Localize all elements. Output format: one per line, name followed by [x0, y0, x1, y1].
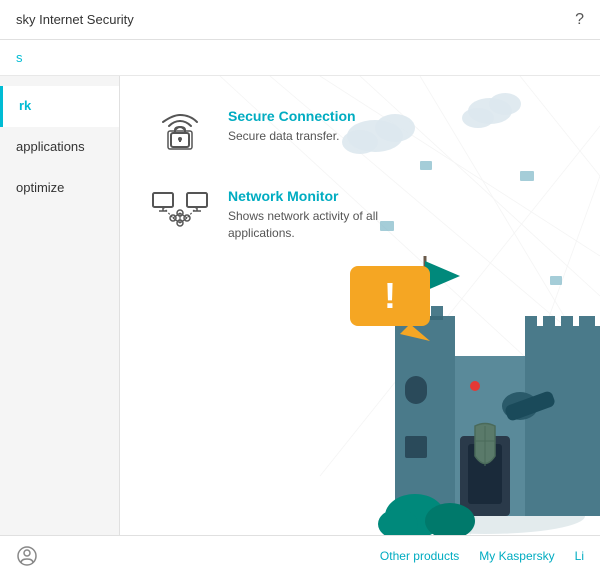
svg-text:!: !	[384, 275, 396, 316]
sidebar-item-applications[interactable]: applications	[0, 127, 119, 168]
license-link[interactable]: Li	[575, 549, 584, 563]
footer-left	[16, 545, 38, 567]
other-products-link[interactable]: Other products	[380, 549, 459, 563]
breadcrumb[interactable]: s	[16, 50, 23, 65]
my-kaspersky-link[interactable]: My Kaspersky	[479, 549, 554, 563]
content-panel: Secure Connection Secure data transfer.	[120, 76, 600, 535]
main-area: rk applications optimize	[0, 76, 600, 535]
network-monitor-icon	[150, 186, 210, 236]
support-icon[interactable]	[16, 545, 38, 567]
help-button[interactable]: ?	[575, 11, 584, 29]
sidebar-item-network[interactable]: rk	[0, 86, 119, 127]
footer-bar: Other products My Kaspersky Li	[0, 535, 600, 575]
secure-connection-icon	[150, 106, 210, 156]
breadcrumb-bar: s	[0, 40, 600, 76]
footer-right: Other products My Kaspersky Li	[380, 549, 584, 563]
sidebar: rk applications optimize	[0, 76, 120, 535]
app-title: sky Internet Security	[16, 12, 134, 27]
castle-illustration: !	[320, 76, 600, 535]
title-bar: sky Internet Security ?	[0, 0, 600, 40]
sidebar-item-optimize[interactable]: optimize	[0, 168, 119, 209]
